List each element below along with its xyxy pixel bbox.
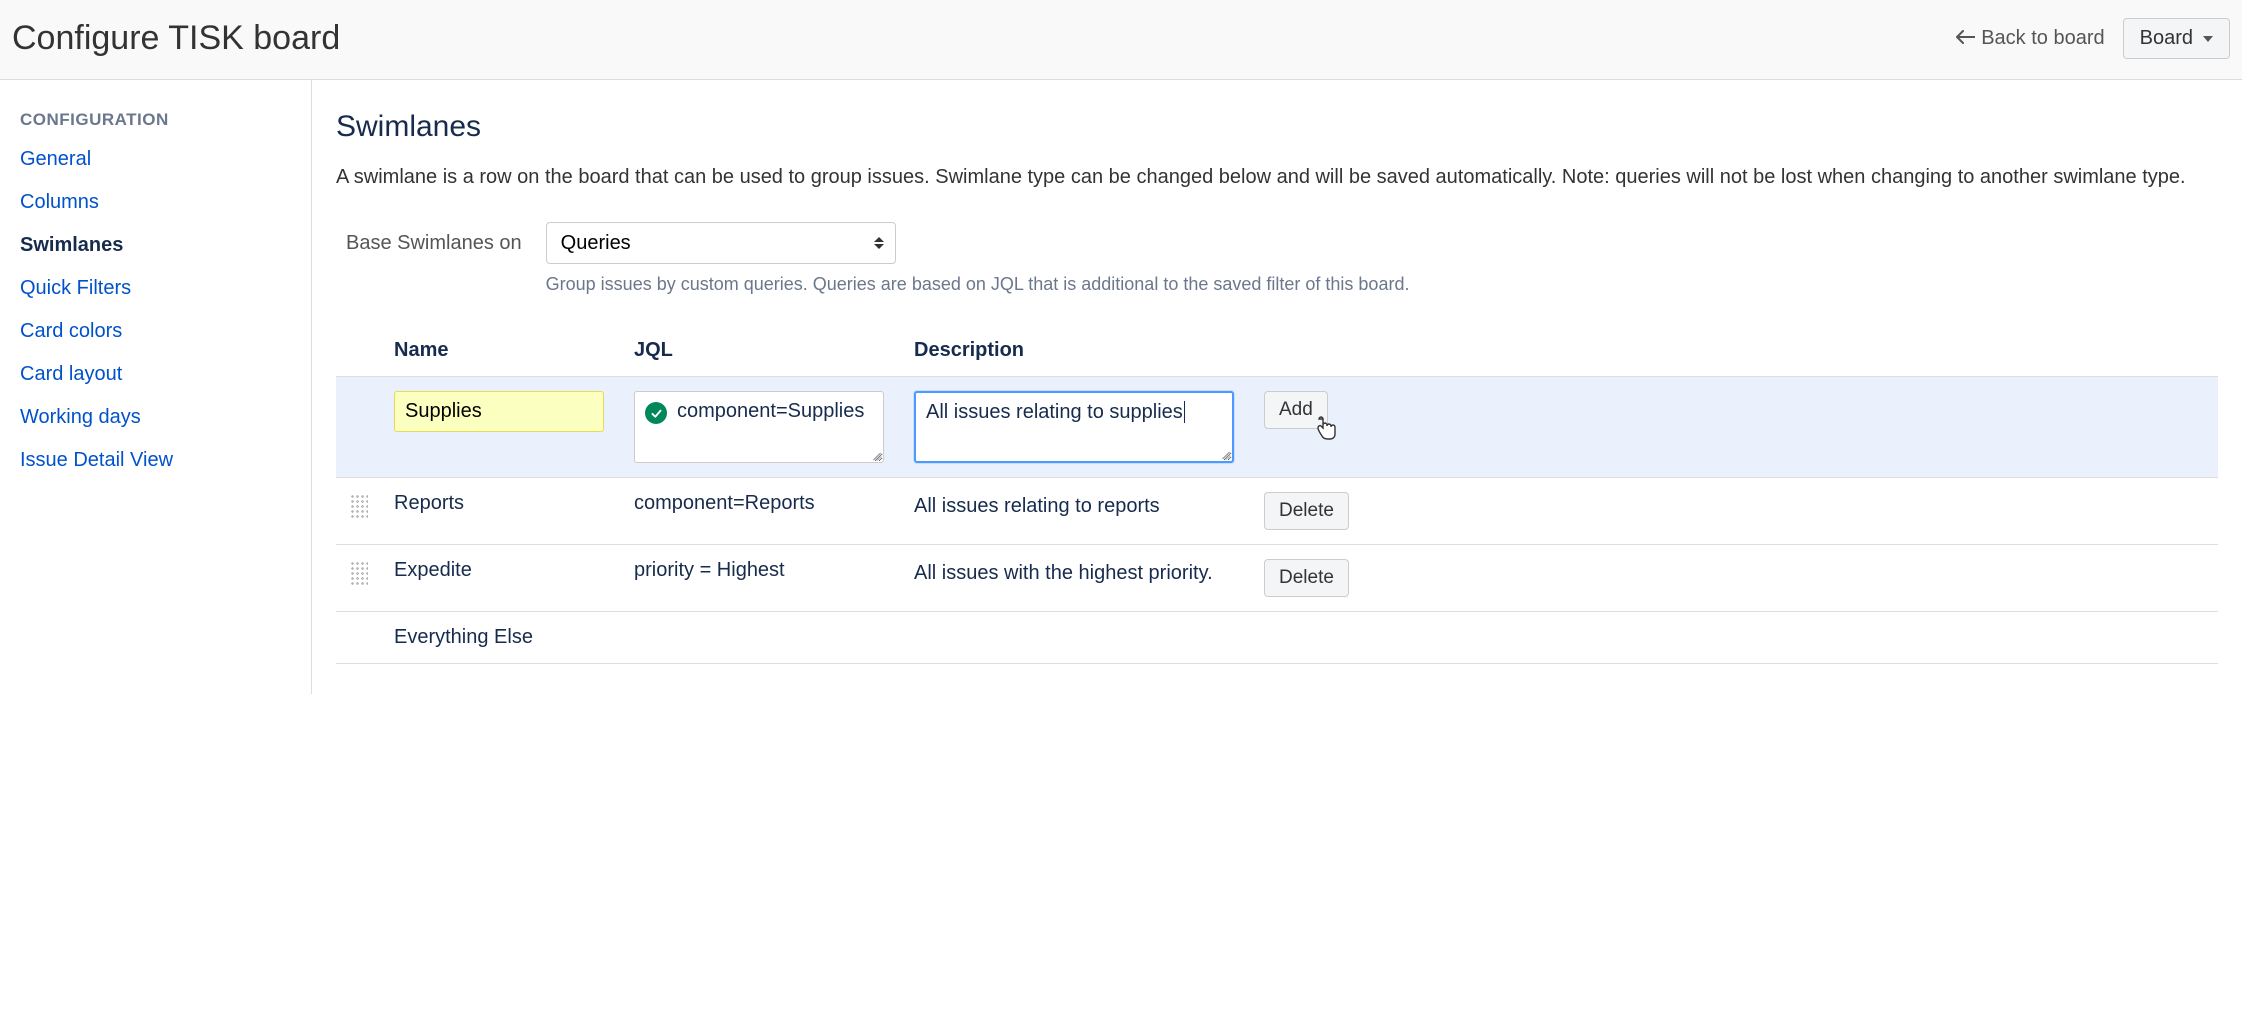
sidebar-item-card-colors[interactable]: Card colors	[20, 320, 291, 343]
row-name: Expedite	[394, 559, 634, 582]
row-name: Everything Else	[394, 626, 634, 649]
sidebar-item-quick-filters[interactable]: Quick Filters	[20, 277, 291, 300]
drag-handle-icon[interactable]	[350, 561, 368, 587]
table-row: Reports component=Reports All issues rel…	[336, 477, 2218, 544]
board-dropdown-button[interactable]: Board	[2123, 18, 2230, 59]
row-description: All issues relating to reports	[914, 492, 1264, 520]
resize-handle-icon[interactable]	[871, 450, 881, 460]
sidebar-heading: CONFIGURATION	[20, 110, 291, 130]
sidebar-item-card-layout[interactable]: Card layout	[20, 363, 291, 386]
row-jql: priority = Highest	[634, 559, 914, 582]
sidebar-item-general[interactable]: General	[20, 148, 291, 171]
section-intro: A swimlane is a row on the board that ca…	[336, 162, 2218, 192]
section-title: Swimlanes	[336, 110, 2218, 144]
delete-swimlane-button[interactable]: Delete	[1264, 559, 1349, 597]
row-description: All issues with the highest priority.	[914, 559, 1264, 587]
check-circle-icon	[645, 402, 667, 424]
swimlane-jql-text: component=Supplies	[677, 400, 864, 423]
board-button-label: Board	[2140, 27, 2193, 50]
swimlane-jql-input[interactable]: component=Supplies	[634, 391, 884, 463]
table-row: Everything Else	[336, 611, 2218, 664]
table-row: Expedite priority = Highest All issues w…	[336, 544, 2218, 611]
arrow-left-icon	[1955, 28, 1975, 49]
sidebar-item-working-days[interactable]: Working days	[20, 406, 291, 429]
sidebar-item-swimlanes[interactable]: Swimlanes	[20, 234, 291, 257]
add-swimlane-row: component=Supplies All issues relating t…	[336, 376, 2218, 477]
swimlane-description-input[interactable]: All issues relating to supplies	[914, 391, 1234, 463]
row-name: Reports	[394, 492, 634, 515]
base-swimlanes-select[interactable]: Queries	[546, 222, 896, 264]
col-header-name: Name	[394, 339, 634, 362]
base-swimlanes-label: Base Swimlanes on	[346, 222, 522, 255]
sidebar-item-columns[interactable]: Columns	[20, 191, 291, 214]
back-to-board-link[interactable]: Back to board	[1955, 27, 2104, 50]
page-title: Configure TISK board	[12, 19, 340, 58]
base-swimlanes-hint: Group issues by custom queries. Queries …	[546, 274, 1410, 295]
config-sidebar: CONFIGURATION General Columns Swimlanes …	[0, 80, 312, 694]
col-header-description: Description	[914, 339, 1264, 362]
swimlane-name-input[interactable]	[394, 391, 604, 432]
swimlane-description-text: All issues relating to supplies	[926, 401, 1185, 423]
main-panel: Swimlanes A swimlane is a row on the boa…	[312, 80, 2242, 694]
row-jql: component=Reports	[634, 492, 914, 515]
swimlanes-table: Name JQL Description	[336, 325, 2218, 664]
sidebar-item-issue-detail-view[interactable]: Issue Detail View	[20, 449, 291, 472]
delete-swimlane-button[interactable]: Delete	[1264, 492, 1349, 530]
resize-handle-icon[interactable]	[1220, 449, 1230, 459]
col-header-jql: JQL	[634, 339, 914, 362]
page-header: Configure TISK board Back to board Board	[0, 0, 2242, 80]
drag-handle-icon[interactable]	[350, 494, 368, 520]
back-to-board-label: Back to board	[1981, 27, 2104, 50]
add-swimlane-button[interactable]: Add	[1264, 391, 1328, 429]
chevron-down-icon	[2203, 36, 2213, 42]
